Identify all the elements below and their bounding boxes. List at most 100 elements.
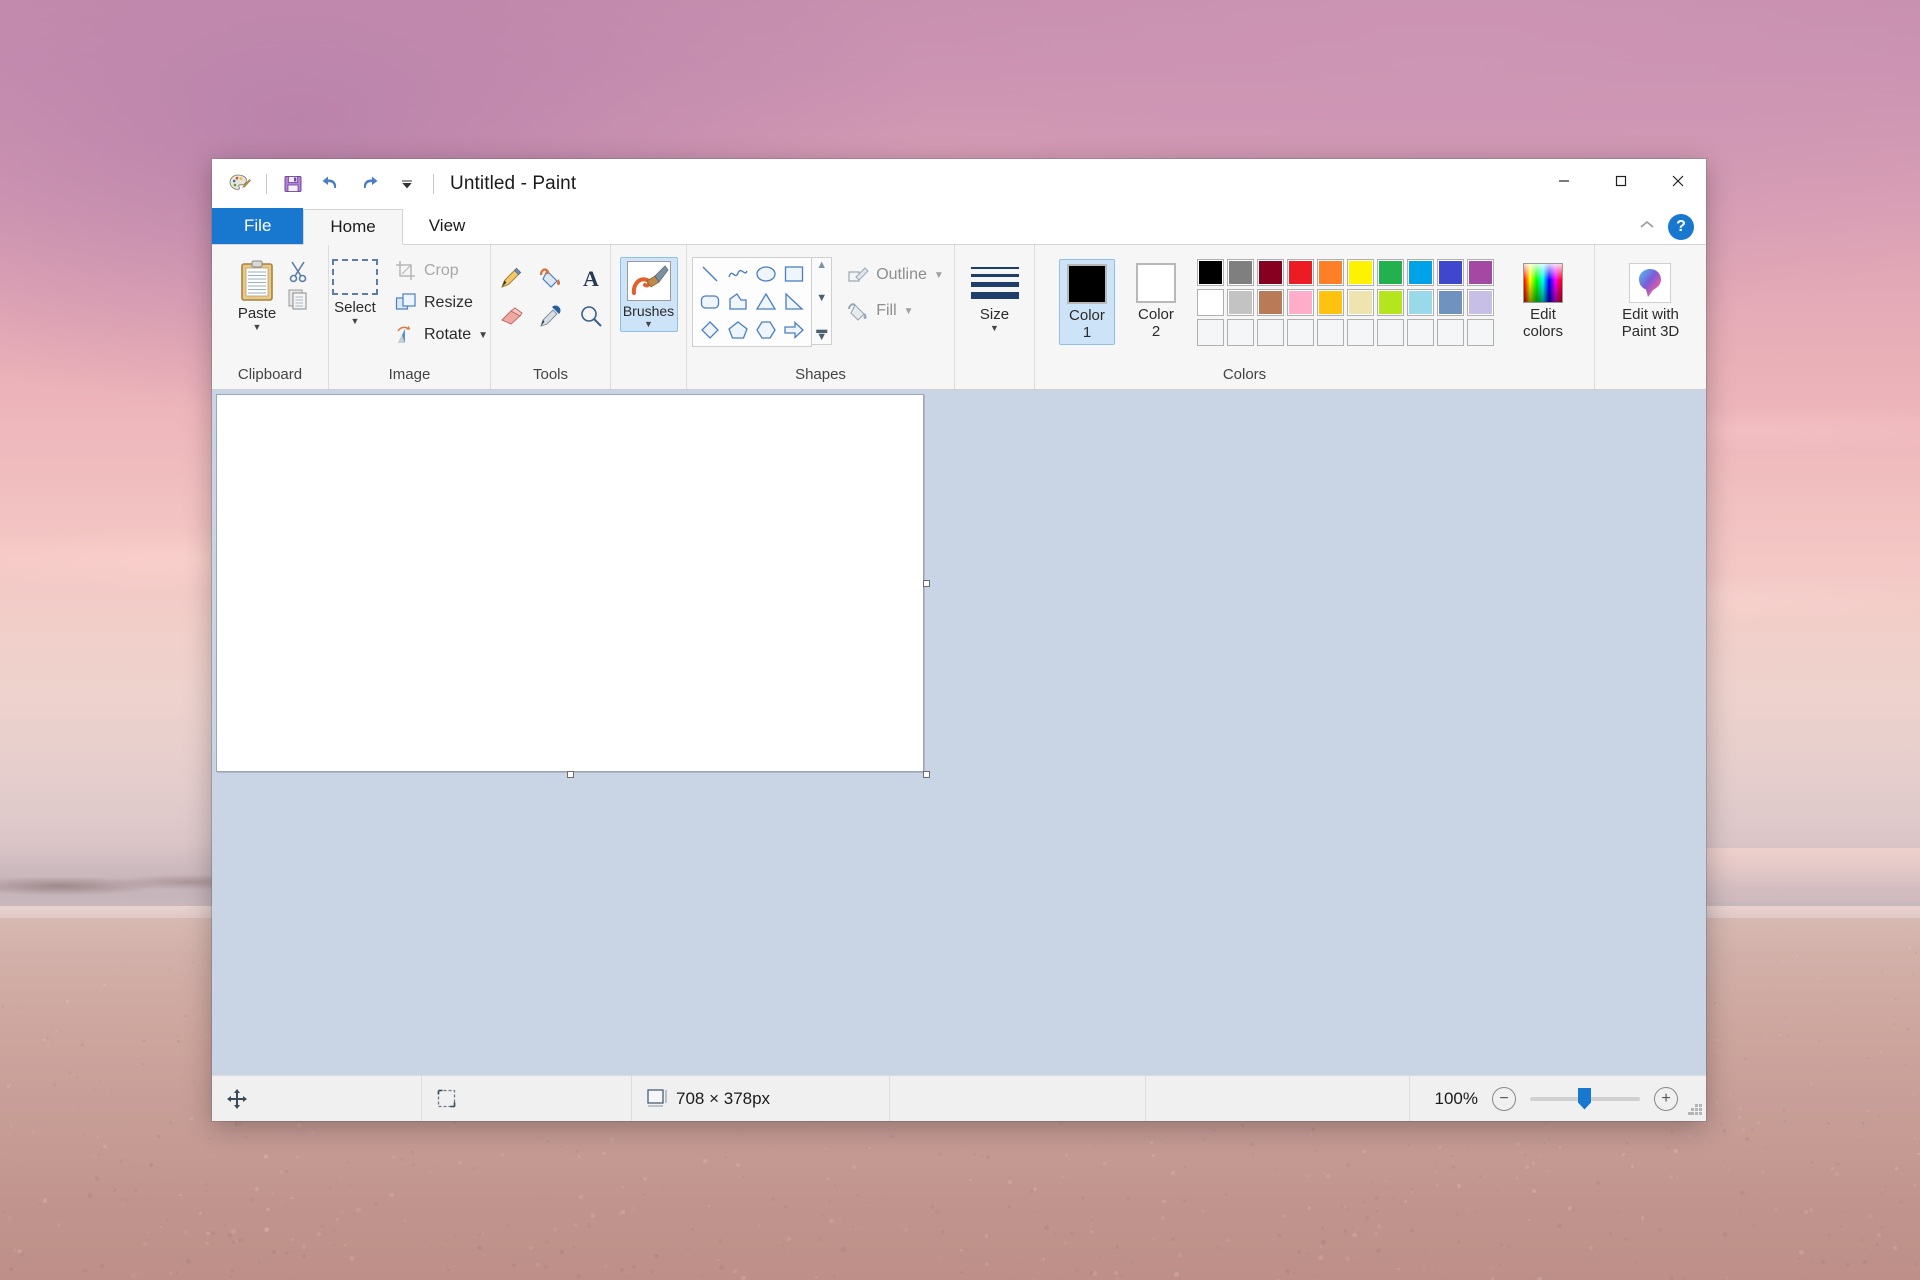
eraser-tool-icon[interactable] — [494, 299, 528, 333]
close-button[interactable] — [1649, 159, 1706, 203]
shape-oval-icon[interactable] — [753, 261, 779, 287]
group-label-tools: Tools — [532, 366, 569, 383]
palette-swatch-r3-c2[interactable] — [1226, 319, 1254, 346]
shape-polygon-icon[interactable] — [725, 289, 751, 315]
select-label: Select — [334, 299, 376, 316]
zoom-slider[interactable] — [1530, 1087, 1640, 1110]
undo-icon[interactable] — [315, 168, 347, 200]
select-caret-icon[interactable]: ▼ — [351, 316, 360, 326]
palette-swatch-r1-c2[interactable] — [1226, 259, 1254, 286]
copy-button[interactable] — [286, 287, 310, 311]
tab-home[interactable]: Home — [303, 209, 403, 245]
palette-swatch-r1-c8[interactable] — [1406, 259, 1434, 286]
rotate-button[interactable]: Rotate ▼ — [390, 321, 493, 349]
palette-swatch-r1-c6[interactable] — [1346, 259, 1374, 286]
palette-swatch-r3-c3[interactable] — [1256, 319, 1284, 346]
palette-swatch-r3-c8[interactable] — [1406, 319, 1434, 346]
palette-swatch-r3-c9[interactable] — [1436, 319, 1464, 346]
color2-button[interactable]: Color 2 — [1129, 259, 1183, 343]
palette-swatch-r2-c3[interactable] — [1256, 289, 1284, 316]
palette-swatch-r2-c8[interactable] — [1406, 289, 1434, 316]
zoom-in-button[interactable]: + — [1654, 1086, 1678, 1111]
shape-pentagon-icon[interactable] — [725, 317, 751, 343]
shapes-scroll-up-icon[interactable]: ▲ — [816, 260, 827, 271]
shape-curve-icon[interactable] — [725, 261, 751, 287]
pencil-tool-icon[interactable] — [494, 261, 528, 295]
palette-swatch-r1-c4[interactable] — [1286, 259, 1314, 286]
shape-right-arrow-icon[interactable] — [781, 317, 807, 343]
paste-caret-icon[interactable]: ▼ — [253, 322, 262, 332]
paint3d-label-line1: Edit with — [1622, 306, 1679, 323]
shape-rectangle-icon[interactable] — [781, 261, 807, 287]
palette-swatch-r1-c7[interactable] — [1376, 259, 1404, 286]
maximize-button[interactable] — [1592, 159, 1649, 203]
canvas-work-area[interactable] — [212, 390, 1706, 1075]
palette-swatch-r1-c1[interactable] — [1196, 259, 1224, 286]
zoom-slider-thumb[interactable] — [1578, 1087, 1591, 1110]
redo-icon[interactable] — [353, 168, 385, 200]
outline-button[interactable]: Outline ▼ — [842, 261, 949, 289]
canvas-resize-handle-corner[interactable] — [923, 771, 930, 778]
fill-button[interactable]: Fill ▼ — [842, 297, 949, 325]
shape-diamond-icon[interactable] — [697, 317, 723, 343]
palette-swatch-color — [1227, 290, 1253, 315]
zoom-out-button[interactable]: − — [1492, 1086, 1516, 1111]
canvas-resize-handle-bottom[interactable] — [567, 771, 574, 778]
brushes-button[interactable]: Brushes ▼ — [619, 257, 678, 332]
crop-label: Crop — [423, 262, 459, 279]
resize-button[interactable]: Resize — [390, 289, 493, 317]
cut-button[interactable] — [286, 259, 310, 283]
title-bar[interactable]: Untitled - Paint — [212, 159, 1706, 209]
palette-swatch-r3-c10[interactable] — [1466, 319, 1494, 346]
palette-swatch-r3-c4[interactable] — [1286, 319, 1314, 346]
color-picker-tool-icon[interactable] — [534, 299, 568, 333]
palette-swatch-r2-c1[interactable] — [1196, 289, 1224, 316]
tab-view[interactable]: View — [403, 208, 492, 244]
shape-hexagon-icon[interactable] — [753, 317, 779, 343]
fill-with-color-tool-icon[interactable] — [534, 261, 568, 295]
collapse-ribbon-icon[interactable] — [1638, 218, 1656, 236]
size-button[interactable]: Size ▼ — [969, 261, 1021, 333]
ribbon-group-shapes: ▲ ▼ ▬ ▼ Outline ▼ Fill ▼ Shapes — [686, 245, 954, 389]
select-button[interactable]: Select ▼ — [326, 255, 384, 328]
palette-swatch-r3-c7[interactable] — [1376, 319, 1404, 346]
edit-with-paint3d-button[interactable]: Edit with Paint 3D — [1615, 259, 1687, 343]
size-caret-icon[interactable]: ▼ — [990, 324, 999, 333]
tab-file[interactable]: File — [212, 208, 304, 244]
palette-swatch-r1-c10[interactable] — [1466, 259, 1494, 286]
palette-swatch-r2-c10[interactable] — [1466, 289, 1494, 316]
magnifier-tool-icon[interactable] — [574, 299, 608, 333]
palette-swatch-r3-c6[interactable] — [1346, 319, 1374, 346]
outline-caret-icon[interactable]: ▼ — [934, 270, 944, 281]
palette-swatch-r1-c3[interactable] — [1256, 259, 1284, 286]
palette-swatch-r2-c7[interactable] — [1376, 289, 1404, 316]
shapes-expand-icon[interactable]: ▬ ▼ — [816, 324, 827, 343]
shape-rounded-rectangle-icon[interactable] — [697, 289, 723, 315]
window-resize-grip[interactable] — [1688, 1104, 1702, 1118]
brushes-caret-icon[interactable]: ▼ — [644, 320, 653, 329]
shape-line-icon[interactable] — [697, 261, 723, 287]
save-icon[interactable] — [277, 168, 309, 200]
palette-swatch-r1-c5[interactable] — [1316, 259, 1344, 286]
shape-right-triangle-icon[interactable] — [781, 289, 807, 315]
edit-colors-button[interactable]: Edit colors — [1516, 259, 1570, 343]
drawing-canvas[interactable] — [216, 394, 924, 772]
palette-swatch-r2-c5[interactable] — [1316, 289, 1344, 316]
palette-swatch-r1-c9[interactable] — [1436, 259, 1464, 286]
text-tool-icon[interactable]: A — [574, 261, 608, 295]
paste-button[interactable]: Paste ▼ — [230, 255, 284, 334]
palette-swatch-r3-c5[interactable] — [1316, 319, 1344, 346]
canvas-resize-handle-right[interactable] — [923, 580, 930, 587]
palette-swatch-r3-c1[interactable] — [1196, 319, 1224, 346]
palette-swatch-r2-c6[interactable] — [1346, 289, 1374, 316]
help-icon[interactable]: ? — [1668, 214, 1694, 240]
palette-swatch-r2-c9[interactable] — [1436, 289, 1464, 316]
palette-swatch-r2-c4[interactable] — [1286, 289, 1314, 316]
palette-swatch-r2-c2[interactable] — [1226, 289, 1254, 316]
customize-qat-caret-icon[interactable] — [391, 168, 423, 200]
color1-button[interactable]: Color 1 — [1058, 259, 1115, 345]
minimize-button[interactable] — [1535, 159, 1592, 203]
fill-caret-icon[interactable]: ▼ — [904, 306, 914, 317]
shape-triangle-icon[interactable] — [753, 289, 779, 315]
shapes-scroll-down-icon[interactable]: ▼ — [816, 293, 827, 304]
